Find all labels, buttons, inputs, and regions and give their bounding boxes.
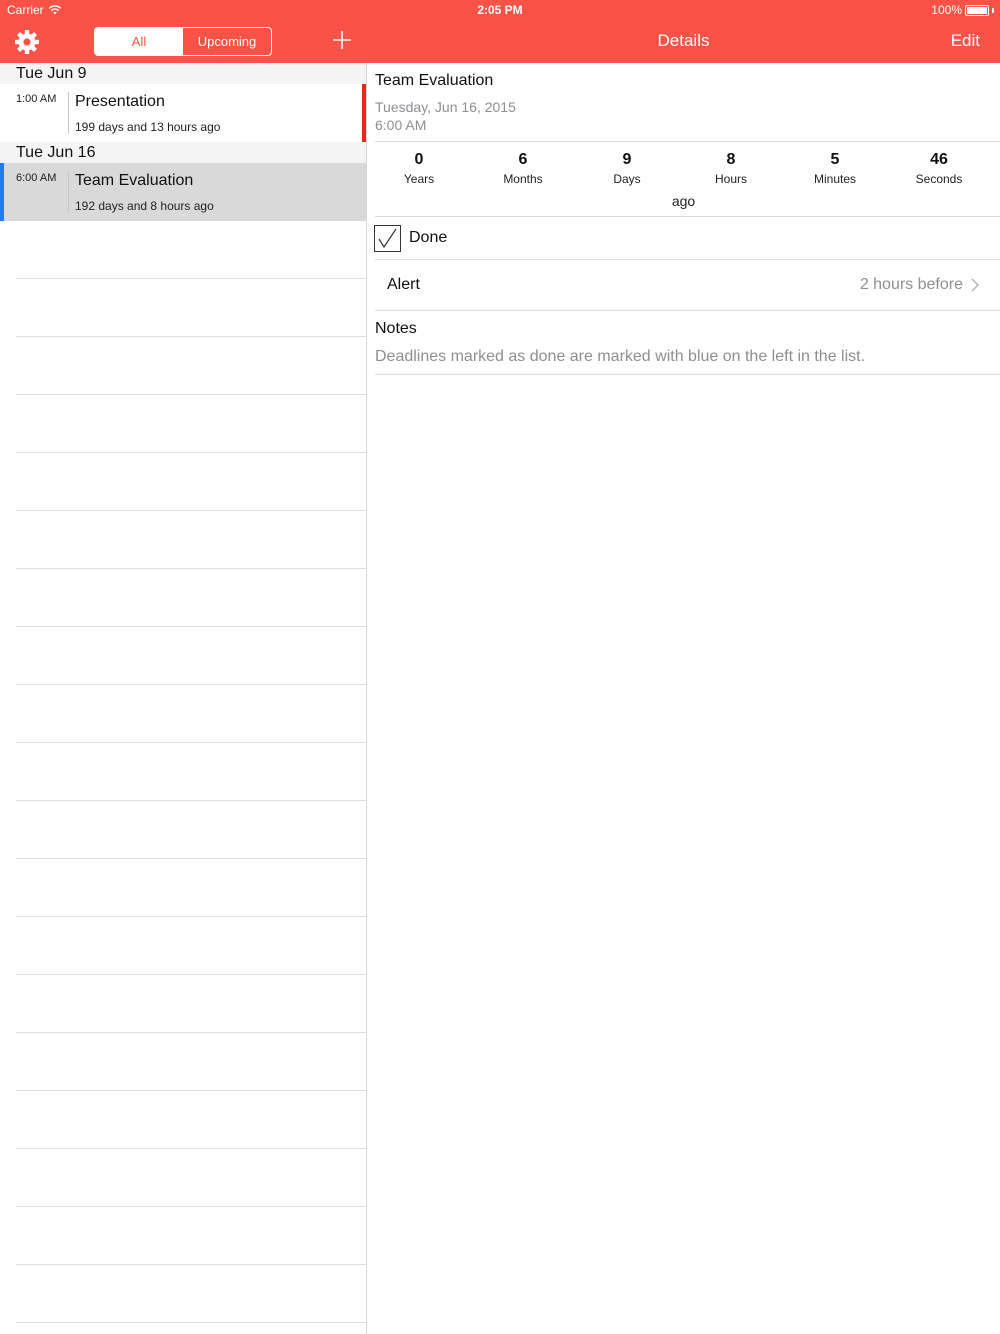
done-label: Done bbox=[409, 229, 448, 246]
notes-label: Notes bbox=[375, 320, 417, 337]
section-header: Tue Jun 16 bbox=[0, 142, 366, 163]
counter-days: 9 Days bbox=[613, 151, 641, 186]
done-checkbox[interactable] bbox=[374, 225, 401, 252]
segment-upcoming[interactable]: Upcoming bbox=[183, 28, 271, 55]
deadline-time: 6:00 AM bbox=[375, 117, 427, 133]
navigation-bar: Carrier 2:05 PM 100% All Upcoming Detail… bbox=[0, 0, 1000, 63]
alert-row[interactable]: Alert 2 hours before bbox=[375, 260, 1000, 310]
filter-segmented-control[interactable]: All Upcoming bbox=[94, 27, 272, 56]
section-header: Tue Jun 9 bbox=[0, 63, 366, 84]
settings-gear-icon[interactable] bbox=[14, 29, 40, 55]
status-marker-blue bbox=[0, 163, 4, 221]
item-subtitle: 192 days and 8 hours ago bbox=[75, 199, 214, 213]
counter-months: 6 Months bbox=[503, 151, 543, 186]
deadline-list: Tue Jun 9 1:00 AM Presentation 199 days … bbox=[0, 63, 366, 1334]
counter-hours: 8 Hours bbox=[714, 151, 747, 186]
ago-label: ago bbox=[671, 193, 696, 209]
item-subtitle: 199 days and 13 hours ago bbox=[75, 120, 221, 134]
deadline-date: Tuesday, Jun 16, 2015 bbox=[375, 99, 516, 115]
item-title: Presentation bbox=[75, 93, 165, 110]
divider bbox=[375, 141, 1000, 142]
deadline-title: Team Evaluation bbox=[375, 72, 494, 89]
alert-label: Alert bbox=[387, 276, 420, 293]
status-battery: 100% bbox=[931, 3, 994, 17]
counter-seconds: 46 Seconds bbox=[915, 151, 963, 186]
divider bbox=[375, 216, 1000, 217]
item-time: 1:00 AM bbox=[16, 93, 57, 105]
checkmark-icon bbox=[378, 228, 397, 249]
counter-minutes: 5 Minutes bbox=[813, 151, 857, 186]
details-title: Details bbox=[657, 31, 710, 50]
segment-all[interactable]: All bbox=[95, 28, 183, 55]
counter-years: 0 Years bbox=[403, 151, 435, 186]
divider bbox=[375, 374, 1000, 375]
edit-button[interactable]: Edit bbox=[951, 31, 980, 51]
notes-text[interactable]: Deadlines marked as done are marked with… bbox=[375, 348, 865, 366]
list-item-team-evaluation[interactable]: 6:00 AM Team Evaluation 192 days and 8 h… bbox=[0, 163, 366, 221]
item-title: Team Evaluation bbox=[75, 172, 194, 189]
details-pane: Team Evaluation Tuesday, Jun 16, 2015 6:… bbox=[367, 63, 1000, 1334]
alert-value: 2 hours before bbox=[859, 276, 963, 293]
status-time: 2:05 PM bbox=[477, 3, 523, 17]
list-item-presentation[interactable]: 1:00 AM Presentation 199 days and 13 hou… bbox=[0, 84, 366, 142]
add-plus-icon[interactable] bbox=[330, 28, 354, 52]
elapsed-counters: 0 Years 6 Months 9 Days 8 Hours 5 Minute… bbox=[367, 151, 1000, 186]
item-time: 6:00 AM bbox=[16, 172, 57, 184]
battery-percent: 100% bbox=[931, 3, 962, 17]
divider bbox=[375, 310, 1000, 311]
empty-list-rows bbox=[16, 221, 366, 1323]
item-divider bbox=[68, 171, 69, 213]
battery-icon bbox=[965, 4, 989, 16]
item-divider bbox=[68, 92, 69, 134]
chevron-right-icon bbox=[971, 278, 980, 292]
